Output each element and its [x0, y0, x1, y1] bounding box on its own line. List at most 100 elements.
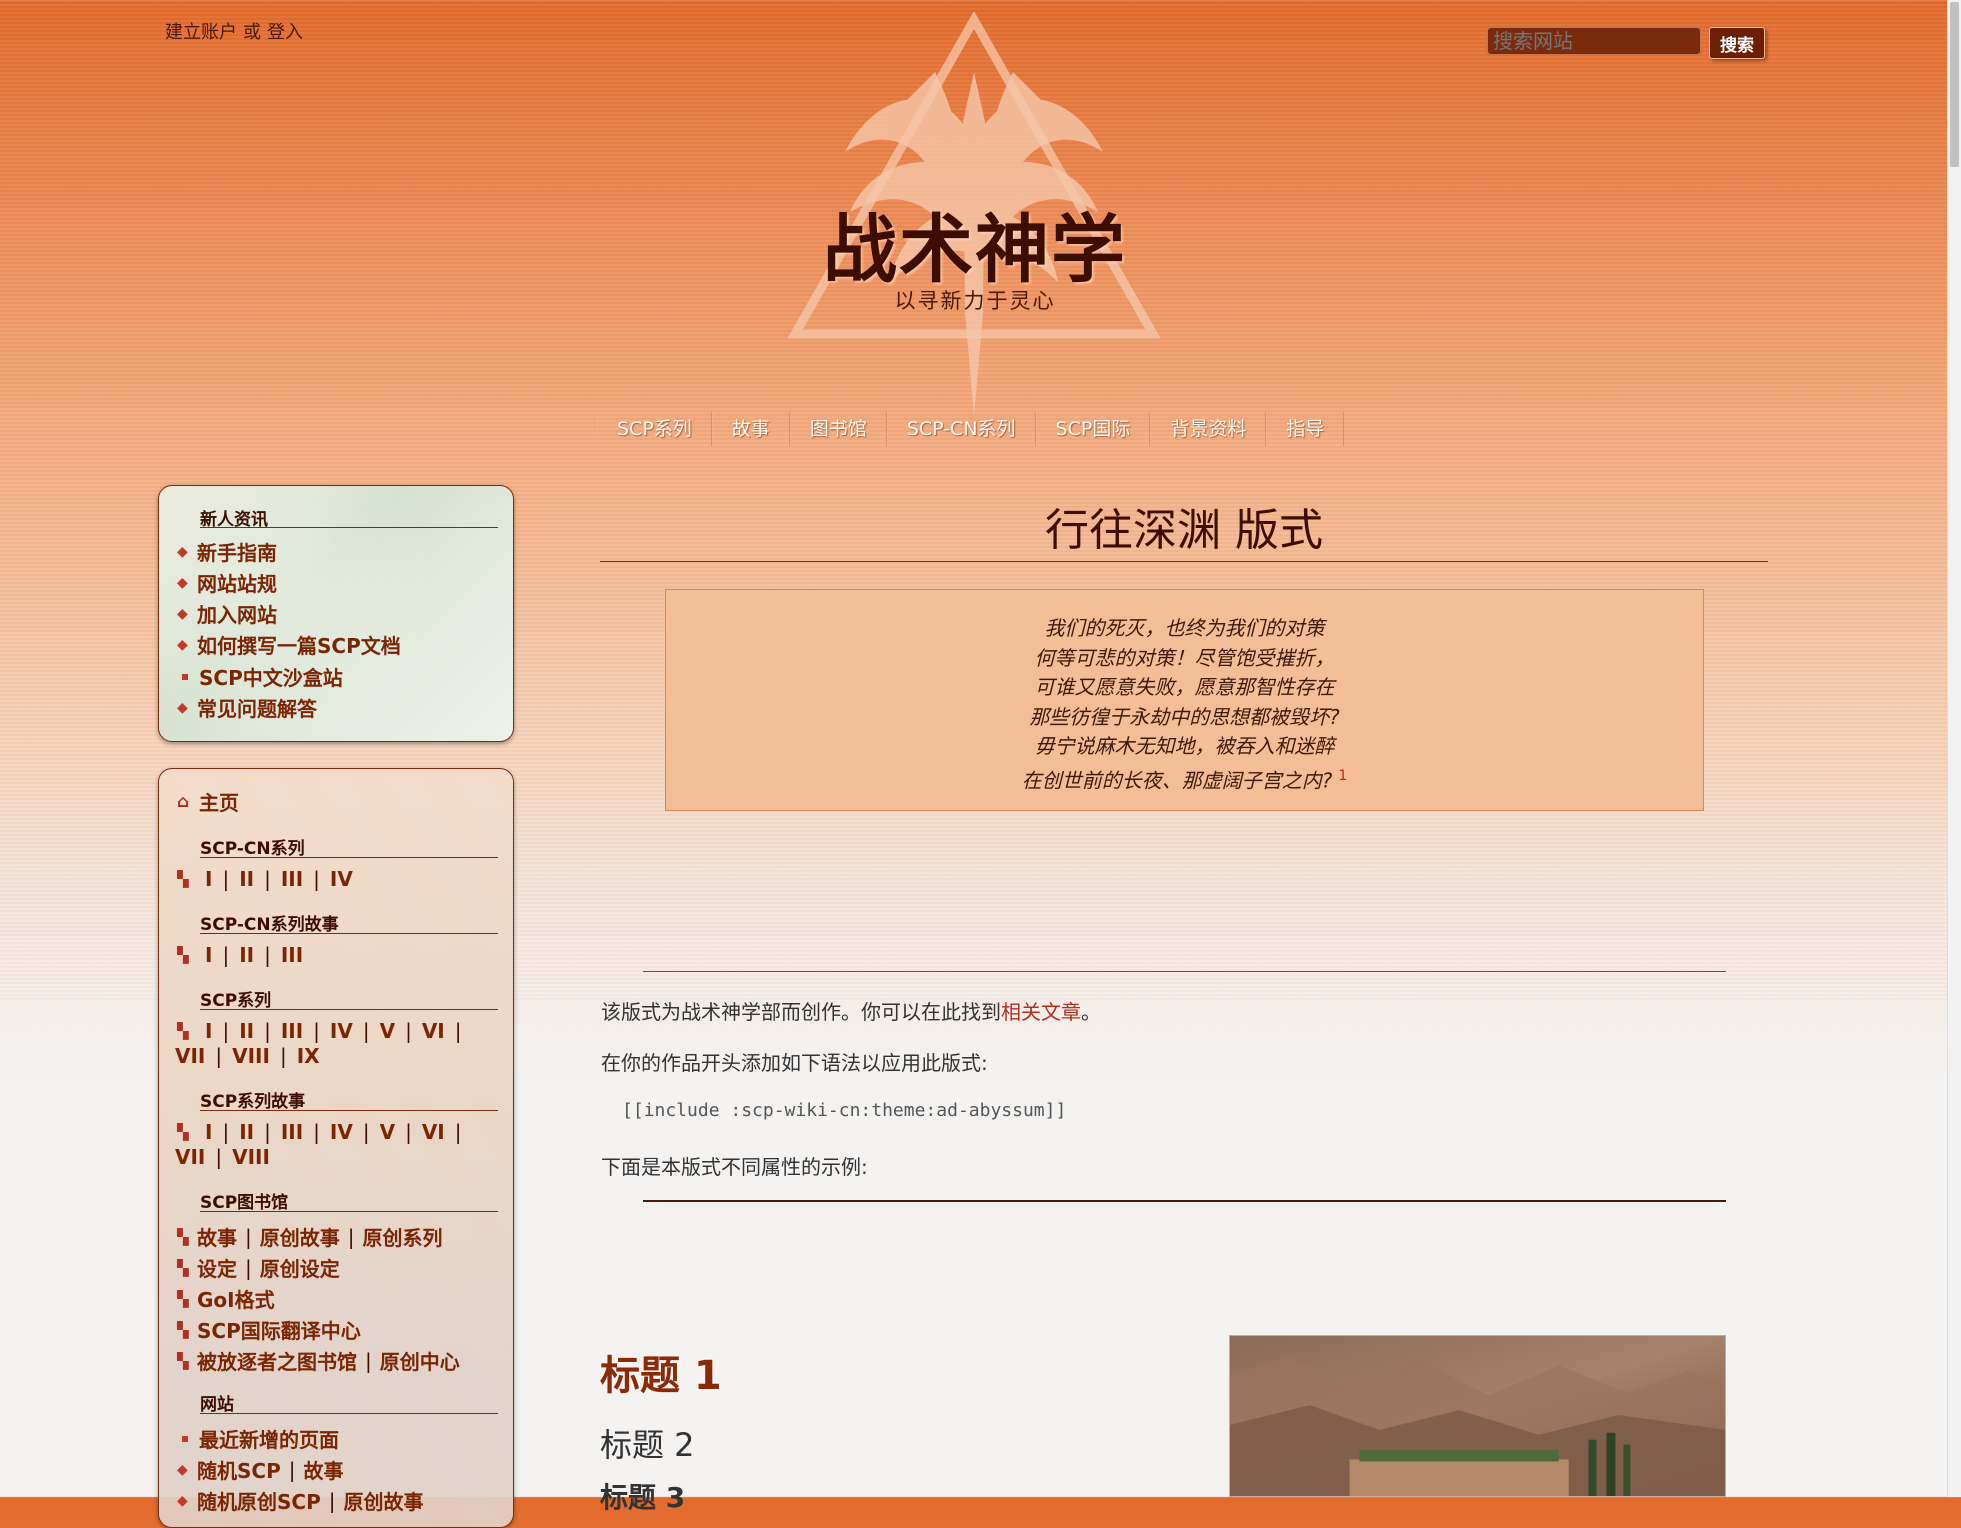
scp-series-link[interactable]: I [205, 1019, 212, 1043]
scp-series-link[interactable]: IX [297, 1044, 320, 1068]
quote-line: 我们的死灭，也终为我们的对策 [1044, 616, 1325, 640]
scp-tales-link[interactable]: V [380, 1120, 395, 1144]
page-title: 行往深渊 版式 [1045, 505, 1323, 556]
login-link[interactable]: 登入 [267, 22, 303, 43]
library-link-canons[interactable]: 设定 [197, 1253, 237, 1282]
horizontal-rule [643, 971, 1726, 972]
footnote-link[interactable]: 1 [1338, 768, 1347, 784]
file-icon: ▚ [177, 1351, 189, 1370]
sidebar-item-beginner-guide[interactable]: ◆ 新手指南 [177, 537, 277, 566]
quote-line: 可谁又愿意失败，愿意那智性存在 [1034, 675, 1335, 699]
diamond-bullet-icon: ◆ [177, 574, 188, 591]
sidebar-heading-library: SCP图书馆 [200, 1193, 289, 1213]
library-link-goi-formats[interactable]: GoI格式 [197, 1284, 275, 1313]
sidebar-heading-scp-cn-tales: SCP-CN系列故事 [200, 915, 339, 935]
sidebar-row-library-1: ▚ 故事 | 原创故事 | 原创系列 [177, 1222, 443, 1251]
site-link-random-original-scp[interactable]: 随机原创SCP [197, 1486, 321, 1515]
square-bullet-icon [182, 1435, 188, 1442]
scrollbar-thumb[interactable] [1950, 2, 1959, 167]
file-icon: ▚ [177, 1320, 189, 1339]
scp-cn-series-link[interactable]: II [239, 867, 254, 891]
monastery-photo-image [1229, 1335, 1726, 1497]
heading-2-example: 标题 2 [600, 1426, 695, 1464]
library-link-original-hub[interactable]: 原创中心 [380, 1346, 460, 1375]
scp-series-link[interactable]: III [281, 1019, 303, 1043]
scp-series-link[interactable]: II [239, 1019, 254, 1043]
nav-item-scp-cn-series[interactable]: SCP-CN系列 [886, 412, 1036, 446]
sidebar-heading-site: 网站 [200, 1395, 234, 1415]
site-link-random-tale[interactable]: 故事 [304, 1455, 344, 1484]
scp-tales-link[interactable]: VI [422, 1120, 445, 1144]
related-articles-link[interactable]: 相关文章 [1001, 1000, 1081, 1024]
scp-tales-link[interactable]: VIII [232, 1145, 270, 1169]
scp-series-link[interactable]: VII [175, 1044, 205, 1068]
sidebar-heading-scp-cn-series: SCP-CN系列 [200, 839, 305, 859]
file-icon: ▚ [177, 1123, 189, 1141]
sidebar-divider [200, 1110, 498, 1111]
scp-series-link[interactable]: VIII [232, 1044, 270, 1068]
sidebar-divider [200, 857, 498, 858]
sidebar-row-site-3: ◆ 随机原创SCP | 原创故事 [177, 1486, 424, 1515]
scp-tales-link[interactable]: III [281, 1120, 303, 1144]
library-link-international-hub[interactable]: SCP国际翻译中心 [197, 1315, 361, 1344]
scp-tales-link[interactable]: IV [330, 1120, 353, 1144]
site-link-random-original-tale[interactable]: 原创故事 [344, 1486, 424, 1515]
file-icon: ▚ [177, 1227, 189, 1246]
create-account-link[interactable]: 建立账户 [165, 22, 237, 43]
diamond-bullet-icon: ◆ [177, 699, 188, 716]
sidebar-item-sandbox[interactable]: SCP中文沙盒站 [177, 662, 343, 691]
sidebar-item-join-site[interactable]: ◆ 加入网站 [177, 599, 277, 628]
sidebar-row-scp-tales-2: VII | VIII [175, 1145, 270, 1169]
site-link-recent-pages[interactable]: 最近新增的页面 [199, 1424, 339, 1453]
scp-cn-tales-link[interactable]: I [205, 943, 212, 967]
scp-tales-link[interactable]: I [205, 1120, 212, 1144]
nav-item-scp-series[interactable]: SCP系列 [597, 412, 712, 446]
scp-cn-tales-link[interactable]: III [281, 943, 303, 967]
library-link-original-tales[interactable]: 原创故事 [260, 1222, 340, 1251]
nav-item-tales[interactable]: 故事 [711, 412, 790, 446]
scp-series-link[interactable]: IV [330, 1019, 353, 1043]
library-link-tales[interactable]: 故事 [197, 1222, 237, 1251]
scp-cn-series-link[interactable]: IV [330, 867, 353, 891]
scp-cn-tales-link[interactable]: II [239, 943, 254, 967]
nav-item-background[interactable]: 背景资料 [1150, 412, 1267, 446]
file-icon: ▚ [177, 870, 189, 888]
sidebar-item-how-to-write-scp[interactable]: ◆ 如何撰写一篇SCP文档 [177, 630, 401, 659]
library-link-original-canons[interactable]: 原创设定 [260, 1253, 340, 1282]
sidebar-row-library-5: ▚ 被放逐者之图书馆 | 原创中心 [177, 1346, 460, 1375]
nav-item-guide[interactable]: 指导 [1266, 412, 1345, 446]
diamond-bullet-icon: ◆ [177, 1461, 188, 1478]
vertical-scrollbar[interactable] [1947, 0, 1961, 1497]
sidebar-row-library-4: ▚ SCP国际翻译中心 [177, 1315, 361, 1344]
home-icon: ⌂ [177, 791, 190, 812]
quote-line: 毋宁说麻木无知地，被吞入和迷醉 [1034, 734, 1335, 758]
search-button[interactable]: 搜索 [1709, 27, 1765, 59]
library-link-original-series[interactable]: 原创系列 [363, 1222, 443, 1251]
sidebar-item-faq[interactable]: ◆ 常见问题解答 [177, 693, 317, 722]
sidebar-heading-scp-series: SCP系列 [200, 991, 272, 1011]
scp-series-link[interactable]: V [380, 1019, 395, 1043]
sidebar-item-home[interactable]: ⌂ 主页 [177, 787, 239, 816]
scp-cn-series-link[interactable]: III [281, 867, 303, 891]
scp-tales-link[interactable]: VII [175, 1145, 205, 1169]
sidebar-divider [200, 933, 498, 934]
sidebar-item-site-rules[interactable]: ◆ 网站站规 [177, 568, 277, 597]
library-link-wanderers-library[interactable]: 被放逐者之图书馆 [197, 1346, 357, 1375]
include-code-snippet: [[include :scp-wiki-cn:theme:ad-abyssum]… [622, 1100, 1067, 1121]
sidebar-main-box: ⌂ 主页 SCP-CN系列 ▚ I | II | III | IV SCP-CN系列故事… [158, 768, 514, 1528]
scp-tales-link[interactable]: II [239, 1120, 254, 1144]
sidebar-divider [200, 1009, 498, 1010]
heading-3-example: 标题 3 [600, 1481, 686, 1514]
sidebar-row-site-2: ◆ 随机SCP | 故事 [177, 1455, 344, 1484]
sidebar-divider [200, 1211, 498, 1212]
search-input[interactable] [1486, 26, 1702, 56]
site-link-random-scp[interactable]: 随机SCP [197, 1455, 281, 1484]
site-title[interactable]: 战术神学 [800, 190, 1150, 297]
sidebar-newcomer-box: 新人资讯 ◆ 新手指南 ◆ 网站站规 ◆ 加入网站 ◆ 如何撰写一篇SCP文档 SCP中… [158, 485, 514, 742]
sidebar-divider [200, 1413, 498, 1414]
nav-item-scp-international[interactable]: SCP国际 [1035, 412, 1151, 446]
nav-item-library[interactable]: 图书馆 [789, 412, 887, 446]
scp-series-link[interactable]: VI [422, 1019, 445, 1043]
page-title-divider [600, 561, 1768, 562]
scp-cn-series-link[interactable]: I [205, 867, 212, 891]
